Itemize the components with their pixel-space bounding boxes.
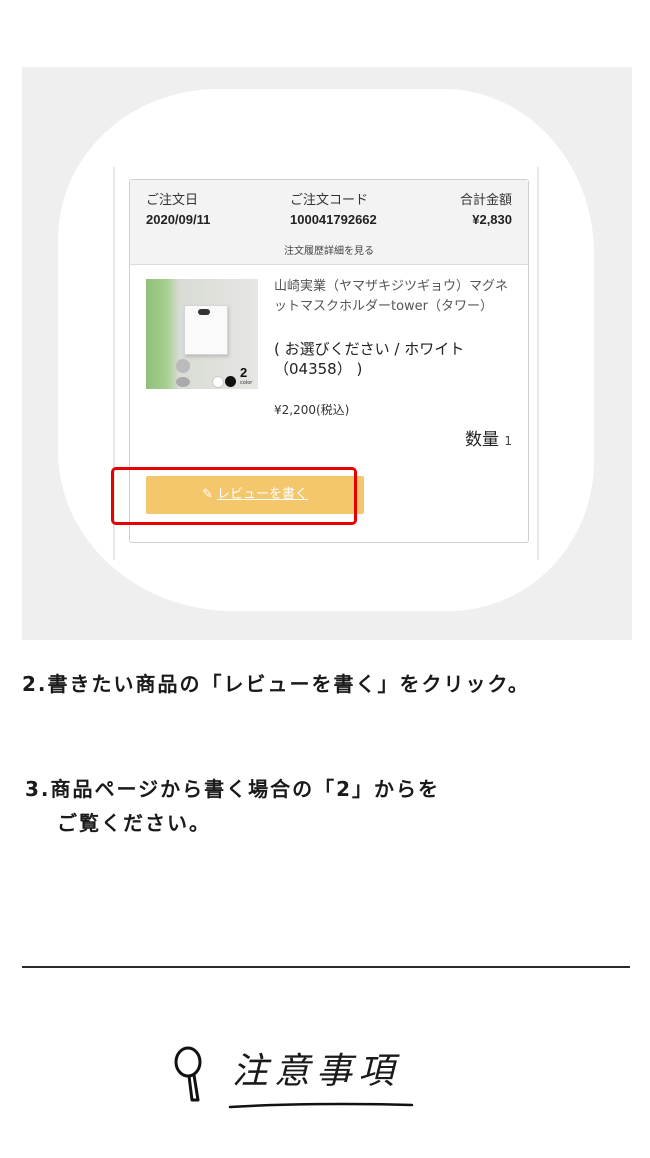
section-divider: [22, 966, 630, 968]
order-total-value: ¥2,830: [472, 212, 512, 227]
quantity-label: 数量: [464, 430, 499, 450]
product-option: ( お選びください / ホワイト（04358） ): [274, 340, 465, 378]
step-3-line-2: ご覧ください。: [57, 811, 211, 835]
product-image-knob-lower: [176, 377, 190, 387]
order-header: ご注文日 2020/09/11 ご注文コード 100041792662 合計金額…: [130, 180, 528, 265]
quantity-value: 1: [504, 434, 512, 448]
order-item: 2 color 山崎実業（ヤマザキジツギョウ）マグネットマスクホルダーtower…: [130, 265, 528, 455]
screenshot-panel: ご注文日 2020/09/11 ご注文コード 100041792662 合計金額…: [22, 67, 632, 640]
magnifier-icon: [174, 1046, 202, 1102]
color-swatch-black: [225, 376, 236, 387]
order-card: ご注文日 2020/09/11 ご注文コード 100041792662 合計金額…: [129, 179, 529, 543]
product-image-slot: [198, 309, 210, 315]
notes-underline: [228, 1102, 414, 1109]
order-date-label: ご注文日: [146, 192, 199, 207]
product-price: ¥2,200(税込): [274, 403, 350, 417]
order-total-label: 合計金額: [459, 192, 512, 207]
product-thumbnail[interactable]: 2 color: [146, 279, 258, 389]
order-detail-link[interactable]: 注文履歴詳細を見る: [130, 242, 528, 257]
product-image-knob: [176, 359, 190, 373]
notes-heading: 注意事項: [170, 1036, 430, 1116]
order-date: ご注文日 2020/09/11: [146, 189, 210, 227]
order-code-label: ご注文コード: [290, 192, 369, 207]
order-total: 合計金額 ¥2,830: [460, 189, 512, 227]
product-name[interactable]: 山崎実業（ヤマザキジツギョウ）マグネットマスクホルダーtower（タワー）: [274, 277, 516, 317]
order-code: ご注文コード 100041792662: [290, 189, 377, 227]
color-count: 2: [240, 365, 248, 380]
product-quantity: 数量 1: [465, 425, 512, 450]
step-2-instruction: 2.書きたい商品の「レビューを書く」をクリック。: [22, 672, 530, 696]
step-3-instruction: 3.商品ページから書く場合の「2」からを ご覧ください。: [25, 772, 585, 840]
order-screenshot: ご注文日 2020/09/11 ご注文コード 100041792662 合計金額…: [115, 167, 537, 560]
order-code-value: 100041792662: [290, 212, 377, 227]
step-3-line-1: 3.商品ページから書く場合の「2」からを: [25, 777, 441, 801]
color-swatch-white: [212, 376, 224, 388]
order-date-value: 2020/09/11: [146, 212, 211, 227]
notes-title: 注意事項: [232, 1051, 401, 1092]
pencil-icon: ✎: [202, 487, 213, 502]
write-review-button[interactable]: ✎ レビューを書く: [146, 476, 364, 514]
color-count-label: color: [240, 380, 253, 386]
write-review-label: レビューを書く: [216, 487, 308, 502]
